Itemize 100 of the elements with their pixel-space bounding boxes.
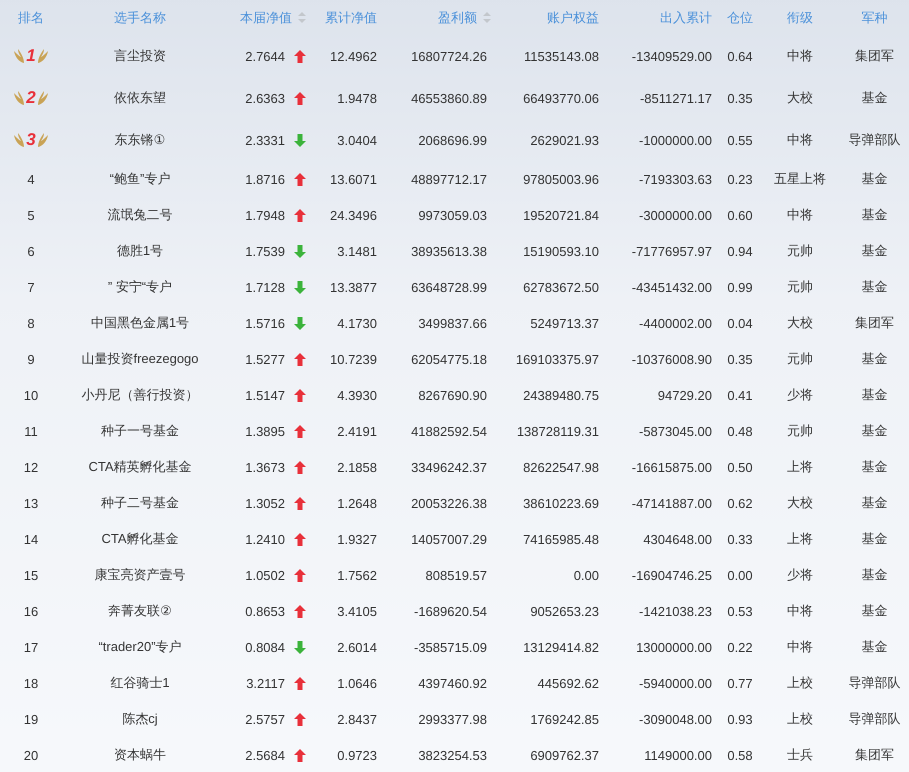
table-cell: -10376008.90 <box>632 352 712 366</box>
table-cell: 82622547.98 <box>523 460 599 474</box>
table-cell: 士兵 <box>787 746 813 764</box>
table-cell: 1769242.85 <box>530 712 599 726</box>
player-name: 东东锵① <box>114 131 166 149</box>
table-cell: 13000000.00 <box>636 640 712 654</box>
table-cell: 大校 <box>787 89 813 107</box>
rank-number: 16 <box>24 604 38 618</box>
column-header[interactable]: 排名 <box>18 8 44 26</box>
table-cell: 上将 <box>787 458 813 476</box>
table-cell: -1689620.54 <box>414 604 487 618</box>
table-cell: 集团军 <box>855 314 894 332</box>
table-cell: 0.22 <box>727 640 753 654</box>
table-cell: 1.9478 <box>337 90 377 106</box>
rank-number: 6 <box>27 244 35 258</box>
table-cell: 0.64 <box>727 48 753 64</box>
table-cell: 基金 <box>862 638 888 656</box>
table-cell: 3.0404 <box>337 132 377 148</box>
table-cell: 4.1730 <box>337 316 377 330</box>
wing-icon <box>36 90 49 106</box>
column-header[interactable]: 衔级 <box>787 8 813 26</box>
table-cell: 38935613.38 <box>411 244 487 258</box>
column-header[interactable]: 盈利额 <box>438 8 477 26</box>
table-cell: 集团军 <box>855 746 894 764</box>
table-cell: 0.77 <box>727 676 753 690</box>
player-name: ” 安宁“专户 <box>108 278 172 296</box>
rank-number: 11 <box>24 424 38 438</box>
column-header[interactable]: 军种 <box>862 8 888 26</box>
rank-number: 13 <box>24 496 38 510</box>
table-cell: 13.3877 <box>330 280 377 294</box>
table-cell: 1.5147 <box>245 388 285 402</box>
table-cell: 2.7644 <box>245 48 285 64</box>
column-header[interactable]: 出入累计 <box>660 8 712 26</box>
table-cell: 中将 <box>787 47 813 65</box>
column-header[interactable]: 账户权益 <box>547 8 599 26</box>
table-cell: 0.35 <box>727 352 753 366</box>
wing-icon <box>36 132 49 148</box>
rank-number: 14 <box>24 532 38 546</box>
table-cell: 基金 <box>862 422 888 440</box>
table-cell: 少将 <box>787 566 813 584</box>
table-cell: 基金 <box>862 530 888 548</box>
table-cell: -1000000.00 <box>638 132 712 148</box>
table-cell: 0.8084 <box>245 640 285 654</box>
table-cell: 基金 <box>862 89 888 107</box>
table-cell: 2.5684 <box>245 748 285 762</box>
player-name: 小丹尼（善行投资） <box>82 386 198 404</box>
table-cell: 0.62 <box>727 496 753 510</box>
table-cell: -5940000.00 <box>638 676 712 690</box>
table-cell: 集团军 <box>855 47 894 65</box>
table-cell: 2.1858 <box>337 460 377 474</box>
table-cell: 0.99 <box>727 280 753 294</box>
table-cell: 0.48 <box>727 424 753 438</box>
table-cell: 1.8716 <box>245 172 285 186</box>
column-header[interactable]: 累计净值 <box>325 8 377 26</box>
wing-icon <box>13 132 26 148</box>
player-name: 德胜1号 <box>116 242 164 260</box>
rank-number: 10 <box>24 388 38 402</box>
table-cell: 74165985.48 <box>523 532 599 546</box>
wing-icon <box>36 48 49 64</box>
column-header[interactable]: 选手名称 <box>114 8 166 26</box>
table-cell: 元帅 <box>787 350 813 368</box>
table-cell: -4400002.00 <box>638 316 712 330</box>
table-cell: 48897712.17 <box>411 172 487 186</box>
table-cell: -3585715.09 <box>414 640 487 654</box>
table-cell: -16615875.00 <box>632 460 712 474</box>
table-cell: 2.5757 <box>245 712 285 726</box>
table-cell: 4.3930 <box>337 388 377 402</box>
table-cell: -8511271.17 <box>640 90 712 106</box>
table-cell: 0.23 <box>727 172 753 186</box>
table-cell: 94729.20 <box>658 388 712 402</box>
table-cell: 中将 <box>787 638 813 656</box>
rank-medal: 3 <box>13 130 49 150</box>
table-cell: 1.7128 <box>245 280 285 294</box>
column-header[interactable]: 本届净值 <box>240 8 292 26</box>
table-cell: 808519.57 <box>426 568 487 582</box>
table-cell: 中将 <box>787 206 813 224</box>
table-cell: 1149000.00 <box>644 748 712 762</box>
table-cell: 46553860.89 <box>411 90 487 106</box>
rank-number: 7 <box>27 280 35 294</box>
rank-medal: 1 <box>13 46 49 66</box>
table-cell: 63648728.99 <box>411 280 487 294</box>
player-name: 山量投资freezegogo <box>81 350 199 368</box>
rank-number: 19 <box>24 712 38 726</box>
table-cell: 97805003.96 <box>523 172 599 186</box>
rank-number: 18 <box>24 676 38 690</box>
rank-number: 20 <box>24 748 38 762</box>
table-cell: 0.94 <box>727 244 753 258</box>
table-cell: 13129414.82 <box>523 640 599 654</box>
table-cell: -5873045.00 <box>638 424 712 438</box>
rank-number: 12 <box>24 460 38 474</box>
table-cell: 元帅 <box>787 278 813 296</box>
table-cell: 0.41 <box>727 388 753 402</box>
player-name: 流氓兔二号 <box>108 206 172 224</box>
table-cell: 2.3331 <box>245 132 285 148</box>
column-header[interactable]: 仓位 <box>727 8 753 26</box>
table-cell: 上校 <box>787 674 813 692</box>
table-cell: 169103375.97 <box>516 352 599 366</box>
table-cell: 0.00 <box>727 568 753 582</box>
table-cell: 1.9327 <box>337 532 377 546</box>
table-cell: 基金 <box>862 278 888 296</box>
